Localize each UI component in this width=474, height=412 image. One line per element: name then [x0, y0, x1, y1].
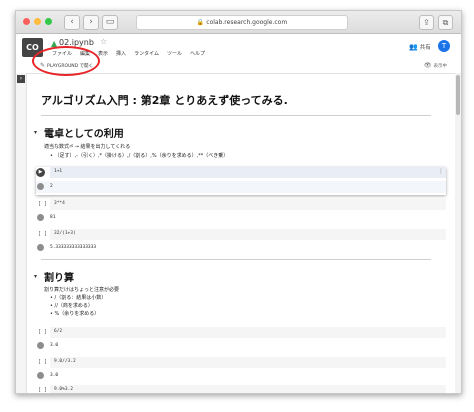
- code-cell[interactable]: [ ] 9.0//3.2 3.0: [36, 357, 446, 383]
- list-item: • %（余りを求める）: [50, 311, 100, 317]
- output-icon: [37, 214, 44, 221]
- code-editor[interactable]: 3**4: [50, 199, 446, 210]
- code-editor[interactable]: 6/2: [50, 327, 446, 338]
- list-item: • //（商を求める）: [50, 303, 93, 309]
- collapse-caret-icon[interactable]: ▾: [34, 273, 37, 280]
- code-editor[interactable]: 32/(1+3): [50, 229, 446, 240]
- scrollbar-thumb[interactable]: [456, 75, 460, 115]
- forward-button[interactable]: ›: [83, 15, 99, 30]
- notebook-body: アルゴリズム入門 : 第2章 とりあえず使ってみる. ▾ 電卓としての利用 適当…: [28, 73, 454, 393]
- lock-icon: 🔒: [196, 19, 205, 26]
- cell-output: 2: [50, 184, 53, 189]
- tabs-overview-icon[interactable]: ⧉: [438, 15, 453, 30]
- cell-bracket[interactable]: [ ]: [38, 231, 47, 237]
- cell-output: 5.333333333333333: [50, 245, 97, 250]
- avatar[interactable]: T: [438, 40, 450, 52]
- view-mode-toggle[interactable]: 👁 表示中: [424, 62, 447, 69]
- menu-help[interactable]: ヘルプ: [190, 50, 205, 57]
- sidebar-toggle-icon[interactable]: ▭: [102, 15, 118, 30]
- close-window-button[interactable]: [23, 18, 30, 25]
- code-cell[interactable]: [ ] 3**4 81: [36, 199, 446, 225]
- code-editor[interactable]: 9.0%3.2: [50, 385, 446, 393]
- left-sidebar: ›: [16, 73, 27, 393]
- list-item: • /（割る：結果は小数）: [50, 295, 107, 301]
- code-cell[interactable]: [ ] 32/(1+3) 5.333333333333333: [36, 229, 446, 255]
- code-text: 32/(1+3): [54, 231, 76, 236]
- cell-more-icon[interactable]: ⋮: [438, 168, 444, 175]
- section-intro: 適当な数式⏎ → 結果を出力してくれる: [44, 144, 131, 150]
- code-text: 9.0//3.2: [54, 359, 76, 364]
- code-text: 1+1: [54, 169, 63, 174]
- code-text: 6/2: [54, 329, 63, 334]
- window-controls: [23, 18, 52, 25]
- code-editor[interactable]: 1+1: [50, 167, 446, 178]
- cell-bracket[interactable]: [ ]: [38, 329, 47, 335]
- code-text: 9.0%3.2: [54, 387, 73, 392]
- eye-icon: 👁: [423, 62, 432, 69]
- share-page-icon[interactable]: ⇪: [419, 15, 434, 30]
- zoom-window-button[interactable]: [45, 18, 52, 25]
- collapse-caret-icon[interactable]: ▾: [34, 129, 37, 136]
- menu-runtime[interactable]: ランタイム: [134, 50, 159, 57]
- share-label: 共有: [419, 45, 431, 51]
- star-icon[interactable]: ☆: [100, 37, 107, 46]
- output-row: [36, 181, 446, 193]
- section-heading-calculator: 電卓としての利用: [44, 129, 124, 140]
- list-item: • （足す）,-（引く）,*（掛ける）,/（割る）,%（余りを求める）,**（べ…: [50, 153, 229, 159]
- section-heading-division: 割り算: [44, 273, 74, 284]
- cell-output: 81: [50, 215, 56, 220]
- code-cell[interactable]: [ ] 6/2 3.0: [36, 327, 446, 353]
- section-intro: 割り算だけはちょっと注意が必要: [44, 287, 120, 293]
- title-divider: [41, 115, 431, 116]
- cell-output: 3.0: [50, 343, 59, 348]
- cell-bracket[interactable]: [ ]: [38, 387, 47, 393]
- code-cell-active[interactable]: ▶ 1+1 ⋮ 2: [36, 167, 446, 195]
- code-editor[interactable]: 9.0//3.2: [50, 357, 446, 368]
- browser-window: ‹ › ▭ 🔒 colab.research.google.com ⇪ ⧉ CO …: [15, 10, 462, 394]
- address-bar[interactable]: 🔒 colab.research.google.com: [136, 15, 348, 30]
- cell-bracket[interactable]: [ ]: [38, 201, 47, 207]
- output-icon: [37, 342, 44, 349]
- share-button[interactable]: 👥 共有: [409, 43, 431, 51]
- code-cell[interactable]: [ ] 9.0%3.2: [36, 385, 446, 393]
- people-icon: 👥: [409, 43, 418, 51]
- menu-view[interactable]: 表示: [98, 50, 108, 57]
- view-mode-label: 表示中: [433, 64, 448, 69]
- menu-insert[interactable]: 挿入: [116, 50, 126, 57]
- run-cell-button[interactable]: ▶: [36, 168, 45, 177]
- cell-output: 3.0: [50, 373, 59, 378]
- back-button[interactable]: ‹: [64, 15, 80, 30]
- minimize-window-button[interactable]: [34, 18, 41, 25]
- output-icon: [37, 372, 44, 379]
- expand-sidebar-icon[interactable]: ›: [17, 75, 25, 83]
- highlight-circle: [32, 46, 100, 76]
- code-text: 3**4: [54, 201, 65, 206]
- page-title: アルゴリズム入門 : 第2章 とりあえず使ってみる.: [41, 94, 288, 107]
- scrollbar-track[interactable]: [455, 73, 461, 393]
- section-divider: [41, 259, 431, 260]
- menu-tools[interactable]: ツール: [167, 50, 182, 57]
- output-icon: [37, 244, 44, 251]
- cell-bracket[interactable]: [ ]: [38, 359, 47, 365]
- output-icon: [37, 183, 44, 190]
- browser-toolbar: ‹ › ▭ 🔒 colab.research.google.com ⇪ ⧉: [16, 11, 461, 34]
- address-text: colab.research.google.com: [206, 19, 288, 26]
